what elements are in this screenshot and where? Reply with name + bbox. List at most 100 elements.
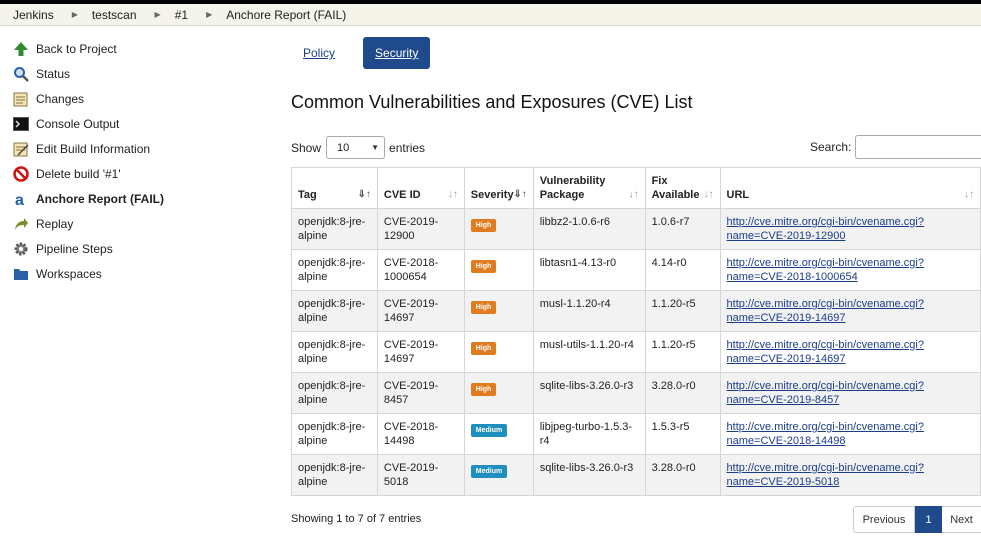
breadcrumb-anchore-report[interactable]: Anchore Report (FAIL): [226, 8, 346, 22]
column-header-fix-available[interactable]: Fix Available ↓↑: [644, 167, 721, 209]
column-header-cve-id[interactable]: CVE ID ↓↑: [376, 167, 465, 209]
tab-policy[interactable]: Policy: [291, 37, 347, 69]
severity-badge: High: [470, 301, 497, 314]
cell-tag: openjdk:8-jre-alpine: [291, 290, 378, 332]
cve-link[interactable]: http://cve.mitre.org/cgi-bin/cvename.cgi…: [727, 380, 924, 406]
severity-badge: High: [470, 260, 497, 273]
sidebar-item-label: Edit Build Information: [36, 141, 151, 156]
entries-length-control: Show 10 ▼ entries: [291, 136, 425, 159]
chevron-right-icon[interactable]: ▶: [206, 10, 212, 19]
svg-text:a: a: [15, 192, 24, 207]
severity-badge: High: [470, 383, 497, 396]
sidebar-item-anchore-report[interactable]: a Anchore Report (FAIL): [12, 186, 272, 211]
cve-link[interactable]: http://cve.mitre.org/cgi-bin/cvename.cgi…: [727, 462, 924, 488]
column-header-label: CVE ID: [383, 189, 421, 201]
cell-tag: openjdk:8-jre-alpine: [291, 413, 378, 455]
sidebar-item-replay[interactable]: Replay: [12, 211, 272, 236]
notepad-icon: [12, 90, 30, 108]
cell-fix-available: 1.5.3-r5: [644, 413, 721, 455]
sidebar-item-status[interactable]: Status: [12, 61, 272, 86]
column-header-url[interactable]: URL ↓↑: [719, 167, 981, 209]
severity-badge: Medium: [470, 424, 508, 437]
breadcrumb-build[interactable]: #1: [175, 8, 188, 22]
cell-package: musl-utils-1.1.20-r4: [532, 331, 646, 373]
cell-tag: openjdk:8-jre-alpine: [291, 249, 378, 291]
column-header-label: URL: [726, 189, 750, 201]
column-header-severity[interactable]: Severity ⇓↑: [463, 167, 534, 209]
report-tabs: Policy Security: [291, 37, 431, 69]
cell-severity: High: [463, 331, 534, 373]
notepad-edit-icon: [12, 140, 30, 158]
cell-fix-available: 1.1.20-r5: [644, 290, 721, 332]
search-input[interactable]: [855, 135, 981, 159]
table-header-row: Tag ⇓↑ CVE ID ↓↑ Severity ⇓↑ Vulnerability …: [291, 167, 981, 209]
breadcrumb: Jenkins ▶ testscan ▶ #1 ▶ Anchore Report…: [0, 4, 981, 26]
column-header-package[interactable]: Vulnerability Package ↓↑: [532, 167, 646, 209]
sidebar-item-label: Status: [36, 66, 71, 81]
table-row: openjdk:8-jre-alpine CVE-2019-14697 High…: [291, 331, 981, 373]
sidebar-item-label: Replay: [36, 216, 74, 231]
cve-link[interactable]: http://cve.mitre.org/cgi-bin/cvename.cgi…: [727, 298, 924, 324]
folder-icon: [12, 265, 30, 283]
table-row: openjdk:8-jre-alpine CVE-2019-5018 Mediu…: [291, 454, 981, 496]
breadcrumb-testscan[interactable]: testscan: [92, 8, 137, 22]
cve-link[interactable]: http://cve.mitre.org/cgi-bin/cvename.cgi…: [727, 257, 924, 283]
cell-severity: High: [463, 290, 534, 332]
sidebar-item-console-output[interactable]: Console Output: [12, 111, 272, 136]
cve-link[interactable]: http://cve.mitre.org/cgi-bin/cvename.cgi…: [727, 421, 924, 447]
previous-page-button[interactable]: Previous: [853, 506, 915, 533]
cell-fix-available: 3.28.0-r0: [644, 454, 721, 496]
column-header-label: Severity: [470, 189, 514, 201]
sidebar-item-label: Back to Project: [36, 41, 117, 56]
tab-security[interactable]: Security: [363, 37, 431, 69]
sidebar-item-edit-build-information[interactable]: Edit Build Information: [12, 136, 272, 161]
gear-icon: [12, 240, 30, 258]
table-row: openjdk:8-jre-alpine CVE-2019-12900 High…: [291, 208, 981, 250]
cell-url: http://cve.mitre.org/cgi-bin/cvename.cgi…: [719, 454, 981, 496]
sidebar-item-back-to-project[interactable]: Back to Project: [12, 36, 272, 61]
cell-url: http://cve.mitre.org/cgi-bin/cvename.cgi…: [719, 331, 981, 373]
cell-fix-available: 3.28.0-r0: [644, 372, 721, 414]
chevron-right-icon[interactable]: ▶: [155, 10, 161, 19]
sidebar-item-label: Pipeline Steps: [36, 241, 113, 256]
cell-severity: Medium: [463, 413, 534, 455]
cell-package: musl-1.1.20-r4: [532, 290, 646, 332]
breadcrumb-jenkins[interactable]: Jenkins: [13, 8, 54, 22]
cell-severity: High: [463, 208, 534, 250]
cve-table: Tag ⇓↑ CVE ID ↓↑ Severity ⇓↑ Vulnerability …: [291, 167, 981, 496]
sidebar-item-label: Workspaces: [36, 266, 102, 281]
sort-icon: ↓↑: [447, 189, 458, 200]
column-header-label: Fix Available: [651, 175, 700, 201]
cell-cve-id: CVE-2019-5018: [376, 454, 465, 496]
cell-severity: High: [463, 372, 534, 414]
cve-link[interactable]: http://cve.mitre.org/cgi-bin/cvename.cgi…: [727, 339, 924, 365]
sidebar-item-delete-build[interactable]: Delete build '#1': [12, 161, 272, 186]
terminal-icon: [12, 115, 30, 133]
next-page-button[interactable]: Next: [942, 506, 981, 533]
sidebar-item-pipeline-steps[interactable]: Pipeline Steps: [12, 236, 272, 261]
column-header-tag[interactable]: Tag ⇓↑: [291, 167, 378, 209]
entries-select[interactable]: 10 ▼: [326, 136, 386, 159]
table-row: openjdk:8-jre-alpine CVE-2019-14697 High…: [291, 290, 981, 332]
no-entry-icon: [12, 165, 30, 183]
cell-url: http://cve.mitre.org/cgi-bin/cvename.cgi…: [719, 372, 981, 414]
cell-cve-id: CVE-2019-12900: [376, 208, 465, 250]
page-1-button[interactable]: 1: [915, 506, 942, 533]
anchore-icon: a: [12, 190, 30, 208]
entries-select-value: 10: [337, 141, 350, 154]
cell-package: libjpeg-turbo-1.5.3-r4: [532, 413, 646, 455]
sidebar: Back to Project Status Changes Console O…: [12, 36, 272, 286]
show-label: Show: [291, 140, 322, 155]
sidebar-item-workspaces[interactable]: Workspaces: [12, 261, 272, 286]
cell-url: http://cve.mitre.org/cgi-bin/cvename.cgi…: [719, 290, 981, 332]
table-info: Showing 1 to 7 of 7 entries: [291, 513, 422, 525]
sidebar-item-changes[interactable]: Changes: [12, 86, 272, 111]
sort-icon: ↓↑: [628, 189, 639, 200]
sort-icon: ↓↑: [703, 189, 714, 200]
chevron-right-icon[interactable]: ▶: [72, 10, 78, 19]
cell-cve-id: CVE-2018-1000654: [376, 249, 465, 291]
cve-link[interactable]: http://cve.mitre.org/cgi-bin/cvename.cgi…: [727, 216, 924, 242]
cell-package: libbz2-1.0.6-r6: [532, 208, 646, 250]
cell-cve-id: CVE-2019-8457: [376, 372, 465, 414]
search-label: Search:: [810, 140, 852, 154]
